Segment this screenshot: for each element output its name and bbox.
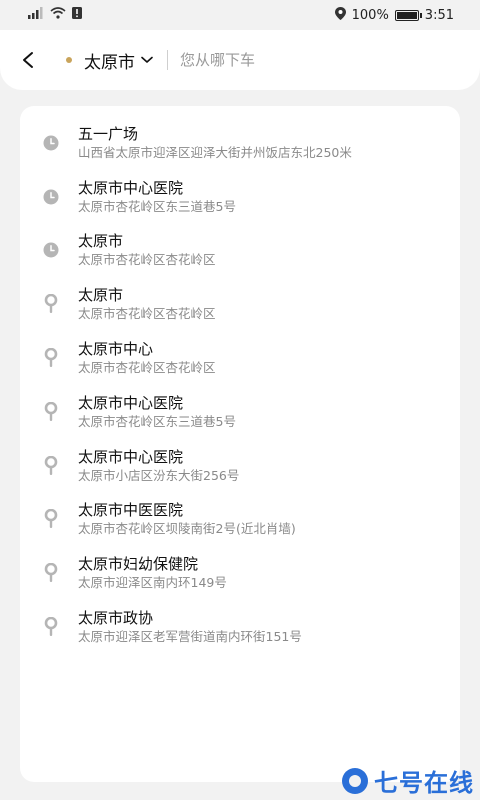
result-address: 太原市杏花岭区杏花岭区 [78, 306, 216, 322]
result-item[interactable]: 太原市妇幼保健院 太原市迎泽区南内环149号 [20, 546, 460, 600]
result-name: 太原市中医医院 [78, 501, 184, 520]
result-address: 太原市杏花岭区杏花岭区 [78, 252, 216, 268]
result-name: 太原市中心医院 [78, 393, 184, 412]
location-pin-icon [20, 455, 78, 476]
watermark-text: 七号在线 [374, 769, 474, 797]
result-address: 太原市小店区汾东大街256号 [78, 467, 240, 483]
result-name: 太原市 [78, 232, 124, 251]
result-address: 山西省太原市迎泽区迎泽大街并州饭店东北250米 [78, 144, 352, 160]
result-name: 太原市中心医院 [78, 178, 184, 197]
clock-icon [20, 189, 78, 205]
destination-search-input[interactable] [180, 51, 430, 69]
clock-icon [20, 135, 78, 151]
result-address: 太原市杏花岭区东三道巷5号 [78, 413, 236, 429]
result-name: 太原市中心医院 [78, 447, 184, 466]
result-item[interactable]: 太原市 太原市杏花岭区杏花岭区 [20, 277, 460, 331]
city-selector[interactable]: 太原市 [66, 48, 153, 73]
location-pin-icon [20, 563, 78, 583]
chevron-down-icon [141, 56, 153, 63]
watermark-logo-icon [342, 767, 368, 794]
watermark: 七号在线 [342, 763, 474, 798]
result-item[interactable]: 太原市中心医院 太原市杏花岭区东三道巷5号 [20, 170, 460, 224]
search-header: 太原市 [0, 30, 480, 90]
status-bar: 100% 3:51 [0, 0, 480, 30]
result-address: 太原市杏花岭区东三道巷5号 [78, 198, 236, 214]
result-item[interactable]: 太原市中心 太原市杏花岭区杏花岭区 [20, 331, 460, 385]
clock-icon [20, 242, 78, 258]
header-divider [167, 50, 168, 70]
result-address: 太原市迎泽区南内环149号 [78, 575, 227, 591]
result-name: 太原市妇幼保健院 [78, 555, 199, 574]
location-pin-icon [20, 401, 78, 422]
result-item[interactable]: 太原市中医医院 太原市杏花岭区坝陵南街2号(近北肖墙) [20, 493, 460, 547]
result-address: 太原市迎泽区老军营街道南内环街151号 [78, 629, 302, 645]
status-left [28, 7, 82, 23]
result-item[interactable]: 五一广场 山西省太原市迎泽区迎泽大街并州饭店东北250米 [20, 116, 460, 170]
result-name: 太原市政协 [78, 609, 154, 628]
signal-icon [28, 7, 44, 23]
battery-icon [394, 9, 422, 21]
result-address: 太原市杏花岭区坝陵南街2号(近北肖墙) [78, 521, 296, 537]
result-item[interactable]: 太原市 太原市杏花岭区杏花岭区 [20, 224, 460, 278]
location-pin-icon [20, 348, 78, 368]
back-button[interactable] [16, 48, 40, 72]
location-status-icon [334, 6, 346, 24]
result-name: 太原市 [78, 286, 124, 305]
battery-percent: 100% [351, 7, 389, 23]
status-right: 100% 3:51 [334, 6, 454, 24]
results-list: 五一广场 山西省太原市迎泽区迎泽大街并州饭店东北250米 太原市中心医院 太原市… [20, 106, 460, 782]
result-item[interactable]: 太原市中心医院 太原市小店区汾东大街256号 [20, 439, 460, 493]
result-name: 五一广场 [78, 124, 139, 143]
location-pin-icon [20, 294, 78, 314]
chevron-left-icon [23, 52, 33, 68]
result-name: 太原市中心 [78, 340, 154, 359]
city-name: 太原市 [84, 52, 135, 73]
clock-time: 3:51 [424, 7, 454, 23]
result-item[interactable]: 太原市中心医院 太原市杏花岭区东三道巷5号 [20, 385, 460, 439]
wifi-icon [50, 7, 66, 23]
city-dot-icon [66, 57, 72, 63]
location-pin-icon [20, 617, 78, 637]
location-pin-icon [20, 509, 78, 529]
result-item[interactable]: 太原市政协 太原市迎泽区老军营街道南内环街151号 [20, 600, 460, 654]
result-address: 太原市杏花岭区杏花岭区 [78, 360, 216, 376]
alert-icon [72, 7, 82, 23]
